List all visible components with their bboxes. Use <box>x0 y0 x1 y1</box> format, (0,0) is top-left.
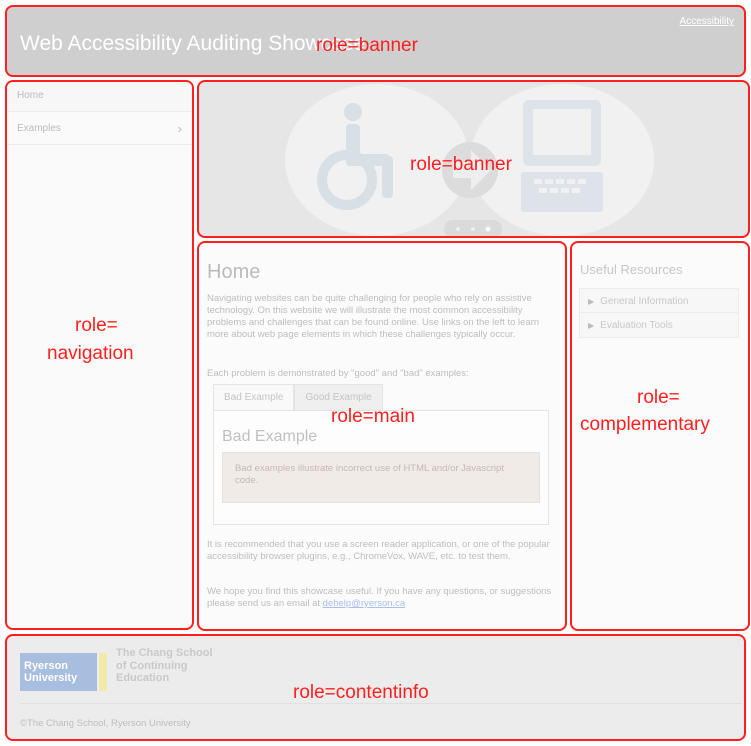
intro-paragraph: Navigating websites can be quite challen… <box>207 293 540 340</box>
role-label-carousel-banner: role=banner <box>410 154 512 175</box>
resources-title: Useful Resources <box>580 262 683 277</box>
resource-item-evaluation-tools[interactable]: ▶ Evaluation Tools <box>580 313 738 337</box>
role-label-contentinfo: role=contentinfo <box>293 682 429 703</box>
copyright-text: ©The Chang School, Ryerson University <box>20 718 191 729</box>
role-label-navigation-line1: role= <box>75 315 118 336</box>
bad-example-box: Bad examples illustrate incorrect use of… <box>222 452 540 503</box>
resource-item-label: Evaluation Tools <box>600 320 673 331</box>
logo-school-line2: of Continuing <box>116 659 188 672</box>
chang-school-logo-text: The Chang School of Continuing Education <box>116 647 213 685</box>
role-label-navigation-line2: navigation <box>47 343 134 364</box>
logo-accent-bar <box>99 653 107 691</box>
caret-right-icon: ▶ <box>588 321 595 330</box>
closing-paragraph: We hope you find this showcase useful. I… <box>207 586 559 610</box>
role-label-main: role=main <box>331 406 415 427</box>
sidebar-item-label: Examples <box>17 123 61 134</box>
each-problem-paragraph: Each problem is demonstrated by "good" a… <box>207 368 469 379</box>
sidebar-item-label: Home <box>17 90 44 101</box>
role-label-complementary-line1: role= <box>637 387 680 408</box>
accessibility-link[interactable]: Accessibility <box>680 16 734 27</box>
computer-icon <box>521 100 603 212</box>
role-label-complementary-line2: complementary <box>580 414 710 435</box>
carousel-dot-2 <box>471 227 475 231</box>
carousel-indicators <box>444 220 502 236</box>
caret-right-icon: ▶ <box>588 297 595 306</box>
email-link[interactable]: dehelp@ryerson.ca <box>323 598 406 609</box>
resources-list: ▶ General Information ▶ Evaluation Tools <box>579 288 739 338</box>
ryerson-logo-box: Ryerson University <box>20 653 97 691</box>
sidebar-item-examples[interactable]: Examples › <box>7 112 192 145</box>
main-content: Home Navigating websites can be quite ch… <box>197 241 567 631</box>
chevron-right-icon: › <box>177 121 182 136</box>
site-title: Web Accessibility Auditing Showcase <box>20 32 366 55</box>
logo-school-line1: The Chang School <box>116 647 213 659</box>
panel-title: Bad Example <box>222 428 318 445</box>
carousel-dot-1 <box>456 227 460 231</box>
recommend-paragraph: It is recommended that you use a screen … <box>207 539 550 562</box>
resource-item-general-information[interactable]: ▶ General Information <box>580 289 738 313</box>
chang-school-logo[interactable]: Ryerson University The Chang School of C… <box>20 647 230 691</box>
page-title: Home <box>207 261 261 283</box>
carousel-dot-3-active <box>485 226 491 232</box>
role-label-banner: role=banner <box>316 35 418 56</box>
logo-school-line3: Education <box>116 672 170 684</box>
tab-bad-example[interactable]: Bad Example <box>213 384 295 411</box>
sidebar-item-home[interactable]: Home <box>7 82 192 112</box>
resource-item-label: General Information <box>600 296 689 307</box>
